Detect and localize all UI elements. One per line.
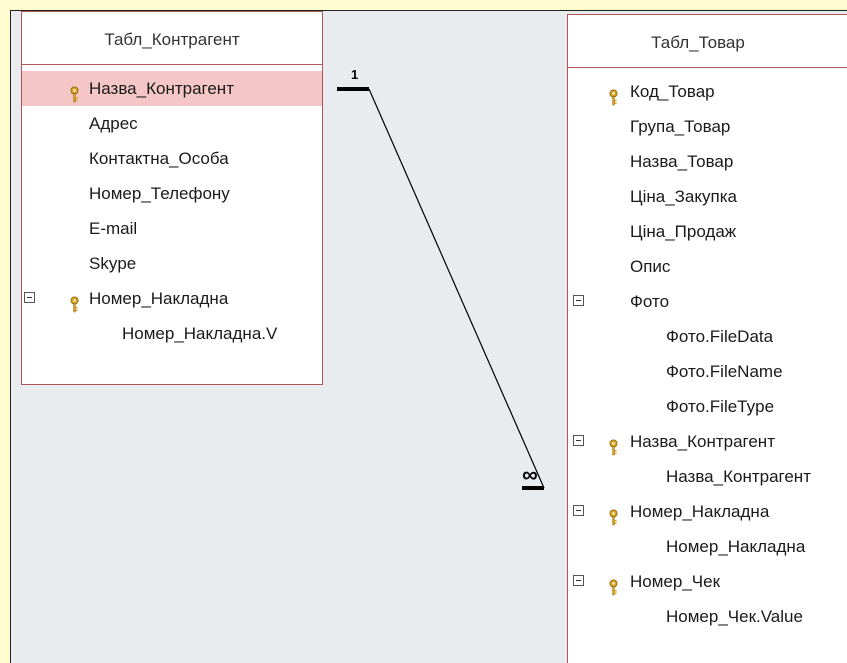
relationship-many-label: ∞ <box>522 462 538 487</box>
relationships-canvas: Табл_Контрагент Назва_Контрагент Адрес Кон… <box>10 10 847 663</box>
relationship-line[interactable]: 1 ∞ <box>11 11 847 663</box>
relationship-one-label: 1 <box>351 67 358 82</box>
